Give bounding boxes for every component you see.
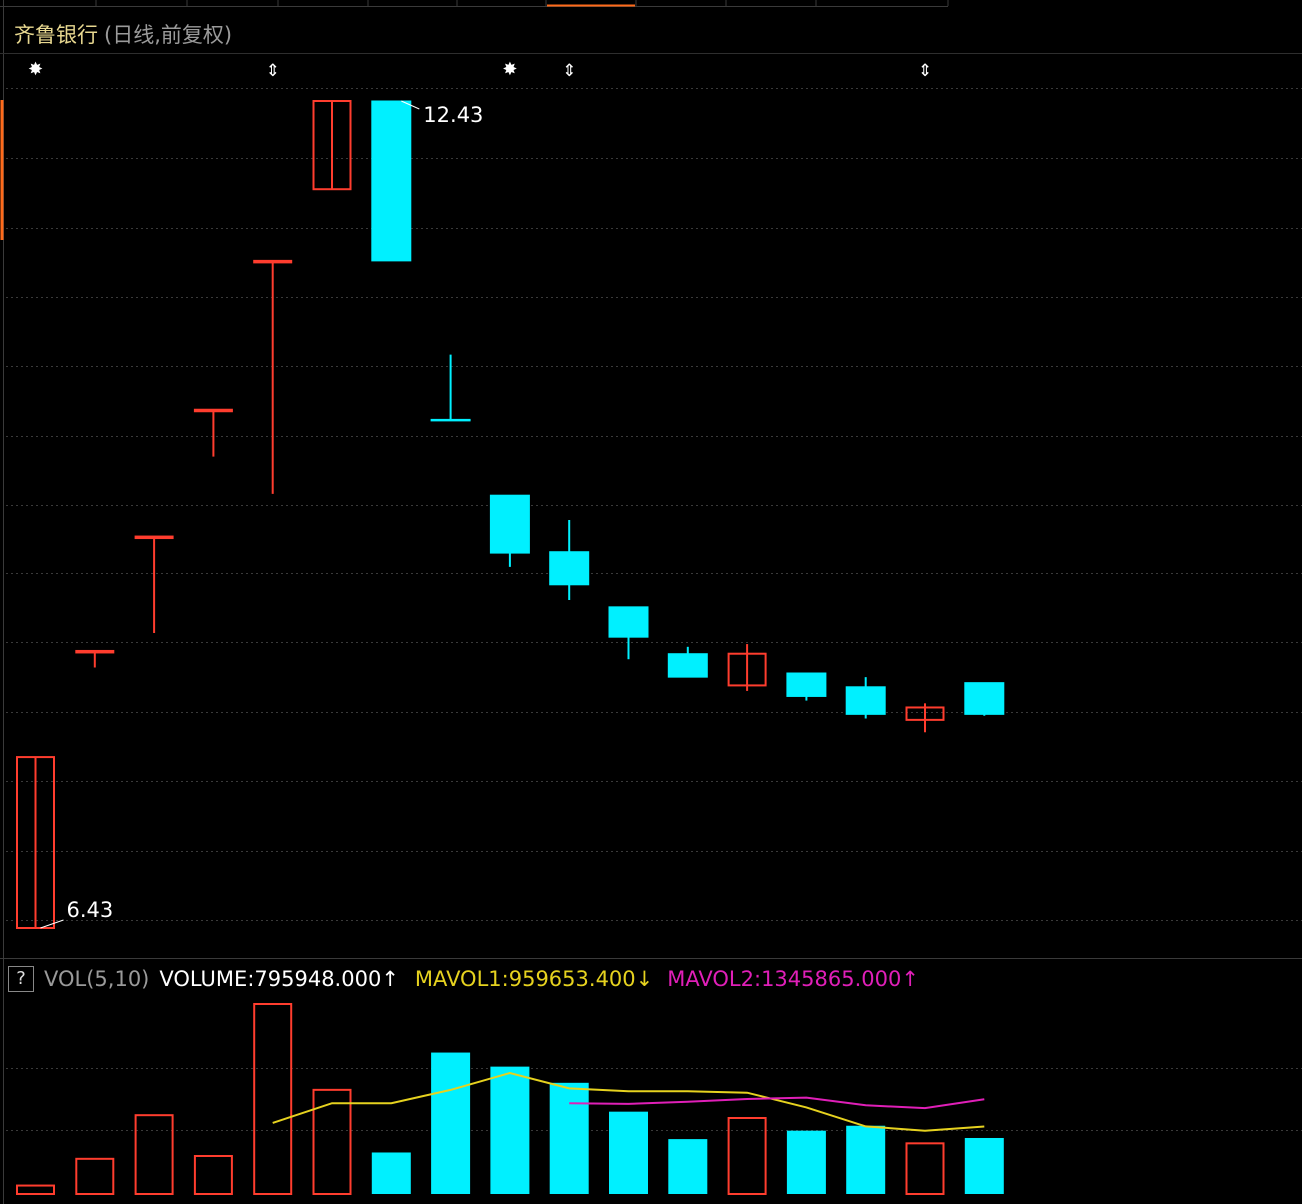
mavol1-direction-icon: ↓ (635, 967, 654, 991)
mavol2-direction-icon: ↑ (901, 967, 919, 991)
event-arrows-icon: ⇕ (266, 61, 280, 81)
mavol2-value: MAVOL2:1345865.000 (667, 967, 902, 991)
candle-body-down (489, 494, 530, 554)
volume-bar-down (846, 1125, 886, 1194)
candle-body-up (253, 259, 293, 264)
candle-body-down (667, 653, 708, 678)
candle-body-down (786, 672, 827, 697)
volume-bar-up (312, 1088, 352, 1195)
candle-body-down (549, 551, 590, 586)
candle-body-down (845, 686, 886, 715)
high-price-label: 12.43 (423, 103, 483, 127)
volume-bar-down (668, 1139, 708, 1194)
candle-body-down (371, 100, 412, 262)
volume-value: VOLUME:795948.000 (159, 967, 382, 991)
candle-body-down (430, 418, 471, 422)
volume-bar-up (253, 1003, 293, 1195)
mavol1-value: MAVOL1:959653.400 (414, 967, 636, 991)
event-arrows-icon: ⇕ (918, 61, 932, 81)
volume-bar-up (727, 1117, 767, 1195)
volume-bar-down (964, 1137, 1004, 1194)
low-price-label: 6.43 (67, 898, 114, 922)
volume-bar-down (549, 1082, 589, 1194)
low-pointer (40, 919, 64, 929)
candle-body-down (964, 682, 1005, 715)
volume-bar-down (431, 1052, 471, 1194)
mavol2-line (569, 1096, 985, 1110)
candle-body-down (608, 606, 649, 638)
volume-bar-down (371, 1152, 411, 1194)
candle-body-up (75, 649, 115, 654)
event-arrows-icon: ⇕ (562, 61, 576, 81)
candle-body-up (193, 408, 233, 413)
candle-body-up (134, 535, 174, 540)
volume-bar-up (905, 1142, 945, 1196)
volume-bar-up (134, 1114, 174, 1195)
volume-bar-down (786, 1130, 826, 1194)
volume-bar-up (75, 1157, 115, 1196)
mavol1-readout: MAVOL1:959653.400↓ (415, 967, 653, 991)
help-icon[interactable]: ? (8, 966, 34, 992)
indicator-name[interactable]: VOL(5,10) (44, 967, 149, 991)
volume-bar-up (193, 1155, 233, 1195)
volume-readout: VOLUME:795948.000↑ (159, 967, 399, 991)
kline-chart[interactable]: ✸ ⇕ ✸ ⇕ ⇕ 12.43 6.43 (0, 0, 1302, 1204)
volume-direction-icon: ↑ (381, 967, 399, 991)
event-star-icon: ✸ (28, 59, 43, 80)
event-star-icon: ✸ (502, 59, 517, 80)
volume-bar-down (490, 1066, 530, 1194)
volume-bar-up (16, 1184, 55, 1195)
mavol2-readout: MAVOL2:1345865.000↑ (667, 967, 919, 991)
volume-bar-down (609, 1111, 648, 1194)
volume-indicator-header: ? VOL(5,10) VOLUME:795948.000↑ MAVOL1:95… (8, 966, 919, 992)
